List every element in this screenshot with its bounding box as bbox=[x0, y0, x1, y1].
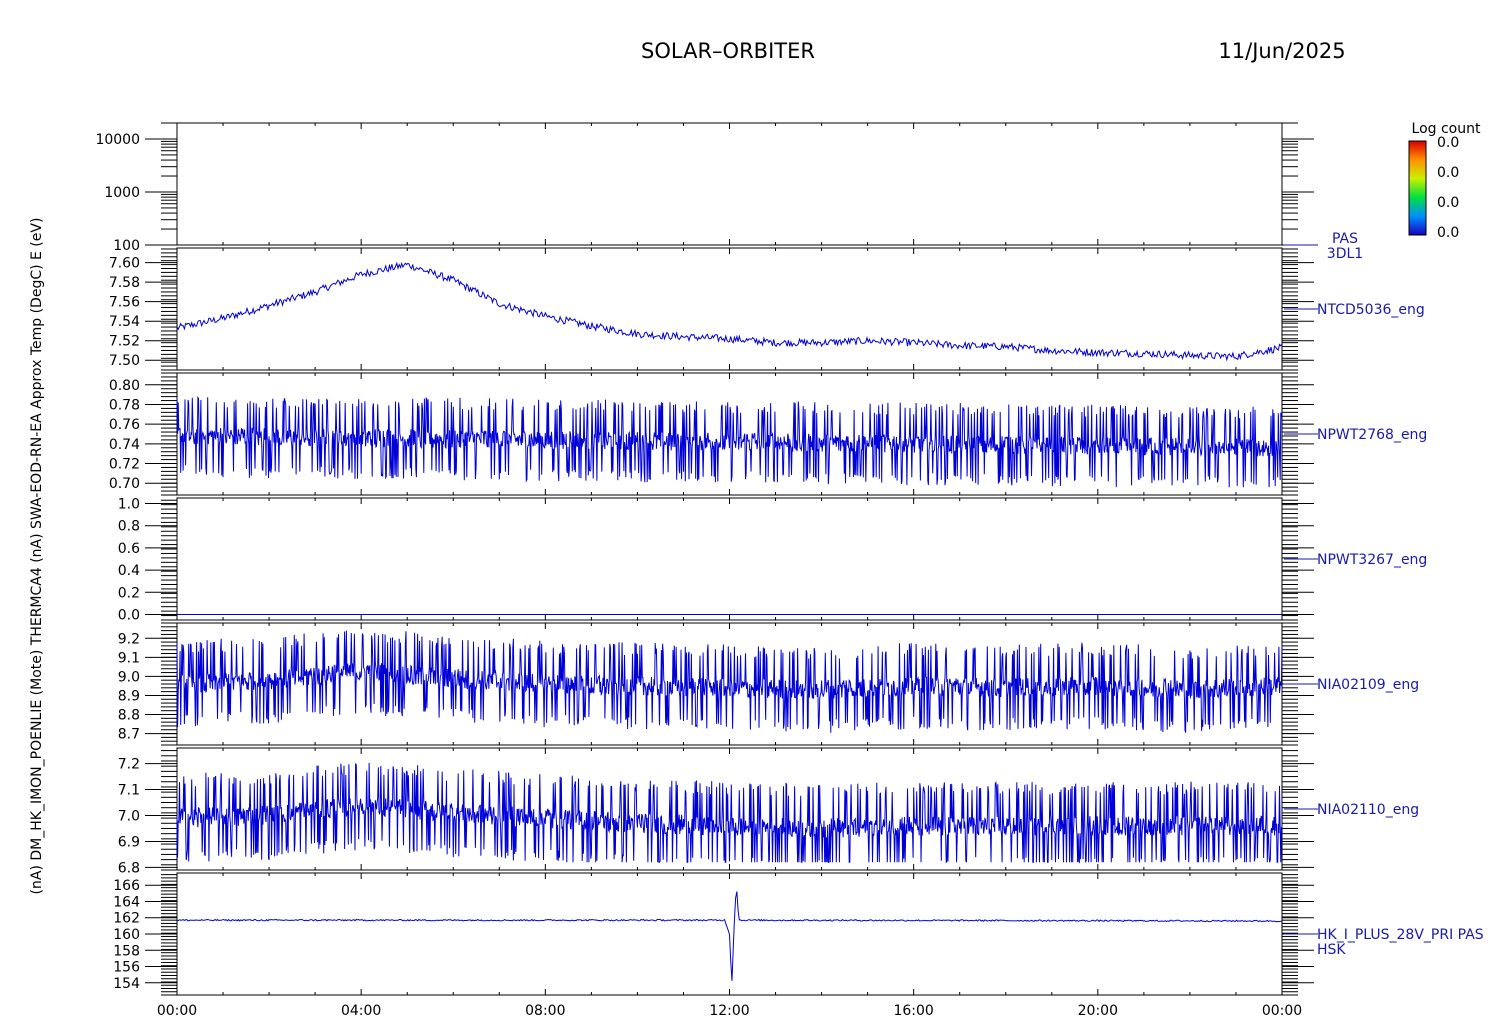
x-tick-label: 08:00 bbox=[525, 1003, 565, 1019]
panel-frame bbox=[176, 497, 1283, 621]
panel-pas-3dl1: 100 1000 10000 PAS3DL1 bbox=[95, 122, 1363, 262]
y-tick-label: 7.58 bbox=[109, 275, 140, 291]
y-tick-label: 0.76 bbox=[109, 417, 140, 433]
x-tick-label: 00:00 bbox=[157, 1003, 197, 1019]
y-tick-label: 7.2 bbox=[118, 757, 140, 773]
series-label: NPWT3267_eng bbox=[1317, 552, 1427, 568]
y-tick-label: 100 bbox=[113, 238, 140, 254]
series-label: 3DL1 bbox=[1327, 246, 1363, 262]
y-tick-label: 0.74 bbox=[109, 437, 140, 453]
y-tick-label: 0.2 bbox=[118, 585, 140, 601]
series-line bbox=[177, 891, 1283, 981]
y-tick-label: 7.50 bbox=[109, 353, 140, 369]
colorbar-label: 0.0 bbox=[1437, 195, 1459, 211]
panel-npwt3267-eng: 0.0 0.2 0.4 0.6 0.8 1.0 NPWT3267_eng bbox=[118, 497, 1428, 624]
y-tick-label: 6.9 bbox=[118, 834, 140, 850]
y-tick-label: 166 bbox=[113, 878, 140, 894]
chart-canvas: SOLAR–ORBITER 11/Jun/2025 (nA) DM_HK_IMO… bbox=[29, 39, 1484, 1019]
y-tick-label: 160 bbox=[113, 927, 140, 943]
x-tick-label: 04:00 bbox=[341, 1003, 381, 1019]
series-label: NPWT2768_eng bbox=[1317, 427, 1427, 443]
panel-hk-i-plus-28v-pri-pas-hsk: 154156158160162164166 HK_I_PLUS_28V_PRI P… bbox=[113, 872, 1484, 996]
y-tick-label: 0.78 bbox=[109, 397, 140, 413]
y-tick-label: 7.60 bbox=[109, 256, 140, 272]
y-tick-label: 158 bbox=[113, 943, 140, 959]
panel-frame bbox=[176, 122, 1283, 246]
series-label: HSK bbox=[1317, 942, 1346, 958]
y-tick-label: 164 bbox=[113, 894, 140, 910]
y-tick-label: 7.52 bbox=[109, 334, 140, 350]
y-tick-label: 162 bbox=[113, 911, 140, 927]
y-tick-label: 1000 bbox=[104, 185, 140, 201]
y-tick-label: 0.8 bbox=[118, 519, 140, 535]
y-tick-label: 0.70 bbox=[109, 476, 140, 492]
x-tick-label: 20:00 bbox=[1078, 1003, 1118, 1019]
colorbar-label: 0.0 bbox=[1437, 225, 1459, 241]
y-tick-label: 1.0 bbox=[118, 497, 140, 513]
x-tick-label: 00:00 bbox=[1262, 1003, 1302, 1019]
time-axis: 00:00 04:00 08:00 12:00 16:00 20:00 00:00 bbox=[157, 1003, 1302, 1019]
x-tick-label: 16:00 bbox=[893, 1003, 933, 1019]
series-line bbox=[176, 261, 1283, 362]
series-line bbox=[176, 762, 1283, 864]
panels: 100100010000PAS3DL17.507.527.547.567.587… bbox=[95, 122, 1484, 996]
colorbar: Log count 0.0 0.0 0.0 0.0 bbox=[1408, 121, 1481, 241]
y-tick-label: 9.2 bbox=[118, 631, 140, 647]
mission-title: SOLAR–ORBITER bbox=[641, 39, 815, 63]
y-tick-label: 0.80 bbox=[109, 378, 140, 394]
colorbar-gradient bbox=[1408, 140, 1427, 236]
panel-nia02110-eng: 6.8 6.9 7.0 7.1 7.2 NIA02110_eng bbox=[118, 747, 1419, 876]
y-tick-label: 6.8 bbox=[118, 860, 140, 876]
y-tick-label: 156 bbox=[113, 960, 140, 976]
y-tick-label: 0.4 bbox=[118, 563, 140, 579]
y-tick-label: 10000 bbox=[95, 132, 140, 148]
y-tick-label: 7.54 bbox=[109, 314, 140, 330]
panel-npwt2768-eng: 0.70 0.72 0.74 0.76 0.78 0.80 NPWT2768_eng bbox=[109, 372, 1427, 496]
y-tick-label: 154 bbox=[113, 976, 140, 992]
series-label: NTCD5036_eng bbox=[1317, 302, 1425, 318]
colorbar-label: 0.0 bbox=[1437, 135, 1459, 151]
y-tick-label: 8.9 bbox=[118, 688, 140, 704]
y-tick-label: 8.8 bbox=[118, 708, 140, 724]
y-tick-label: 0.72 bbox=[109, 457, 140, 473]
y-tick-label: 9.0 bbox=[118, 669, 140, 685]
y-tick-label: 7.0 bbox=[118, 808, 140, 824]
y-tick-label: 9.1 bbox=[118, 650, 140, 666]
series-label: PAS bbox=[1332, 231, 1358, 247]
series-line bbox=[176, 630, 1283, 733]
y-tick-label: 7.56 bbox=[109, 295, 140, 311]
series-line bbox=[176, 395, 1283, 488]
date-title: 11/Jun/2025 bbox=[1218, 39, 1345, 63]
colorbar-label: 0.0 bbox=[1437, 165, 1459, 181]
y-tick-label: 0.0 bbox=[118, 607, 140, 623]
series-label: NIA02110_eng bbox=[1317, 802, 1419, 818]
panel-nia02109-eng: 8.7 8.8 8.9 9.0 9.1 9.2 NIA02109_eng bbox=[118, 622, 1419, 746]
series-label: HK_I_PLUS_28V_PRI PAS bbox=[1317, 927, 1484, 943]
y-axis-overlapping-title: (nA) DM_HK_IMON_POENLIE (Mote) THERMCA4 … bbox=[29, 218, 45, 895]
panel-ntcd5036-eng: 7.50 7.52 7.54 7.56 7.58 7.60 NTCD5036_eng bbox=[109, 247, 1425, 371]
y-tick-label: 0.6 bbox=[118, 541, 140, 557]
series-label: NIA02109_eng bbox=[1317, 677, 1419, 693]
panel-frame bbox=[176, 247, 1283, 371]
y-tick-label: 7.1 bbox=[118, 783, 140, 799]
y-tick-label: 8.7 bbox=[118, 727, 140, 743]
x-tick-label: 12:00 bbox=[709, 1003, 749, 1019]
